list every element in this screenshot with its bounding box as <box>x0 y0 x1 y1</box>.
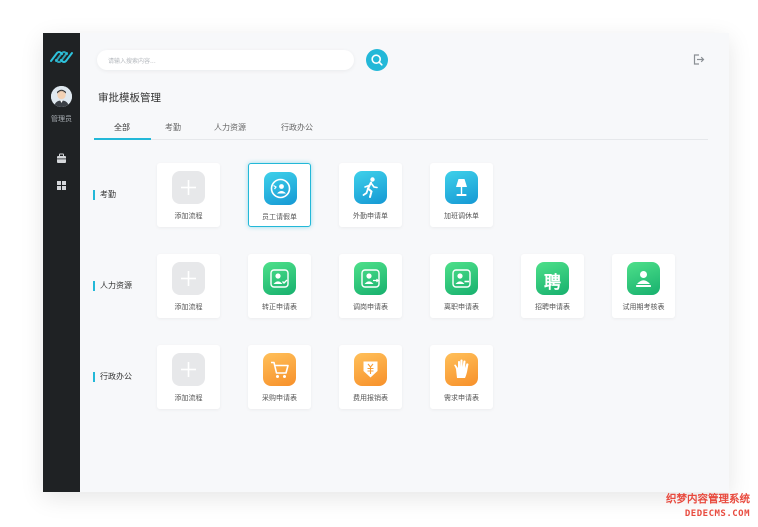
demand-request-card[interactable]: 需求申请表 <box>430 345 493 409</box>
probation-review-card[interactable]: 试用期考核表 <box>612 254 675 318</box>
person-leave-icon <box>452 269 471 288</box>
card-label: 采购申请表 <box>262 394 297 402</box>
card-label: 离职申请表 <box>444 303 479 311</box>
walking-person-icon <box>362 177 378 198</box>
person-clock-icon <box>270 178 291 199</box>
hand-icon <box>454 359 469 378</box>
person-badge-icon <box>636 271 651 287</box>
hire-character-icon: 聘 <box>544 273 561 293</box>
overtime-card[interactable]: 加班调休单 <box>430 163 493 227</box>
tab-attendance[interactable]: 考勤 <box>165 122 181 133</box>
regularization-card[interactable]: 转正申请表 <box>248 254 311 318</box>
field-work-card[interactable]: 外勤申请单 <box>339 163 402 227</box>
card-label: 转正申请表 <box>262 303 297 311</box>
money-down-icon <box>363 361 378 378</box>
card-label: 员工请假单 <box>262 213 297 221</box>
user-role-label: 管理员 <box>51 115 72 123</box>
tab-admin[interactable]: 行政办公 <box>281 122 313 133</box>
person-check-icon <box>270 269 289 288</box>
tab-hr[interactable]: 人力资源 <box>214 122 246 133</box>
resignation-card[interactable]: 离职申请表 <box>430 254 493 318</box>
lamp-icon <box>456 179 467 196</box>
section-label-attendance: 考勤 <box>93 190 116 200</box>
watermark-title: 织梦内容管理系统 <box>666 493 750 505</box>
card-label: 添加流程 <box>174 394 203 402</box>
transfer-card[interactable]: 调岗申请表 <box>339 254 402 318</box>
search-icon <box>371 54 383 66</box>
page-title: 审批模板管理 <box>98 92 161 104</box>
add-process-card-attendance[interactable]: 添加流程 <box>157 163 220 227</box>
card-label: 调岗申请表 <box>353 303 388 311</box>
search-input[interactable]: 请输入搜索内容... <box>97 50 354 70</box>
active-tab-indicator <box>94 138 151 140</box>
link-logo-icon[interactable] <box>49 50 74 64</box>
card-label: 招聘申请表 <box>535 303 570 311</box>
briefcase-icon[interactable] <box>56 153 67 164</box>
section-label-hr: 人力资源 <box>93 281 132 291</box>
watermark-url: DEDECMS.COM <box>684 509 750 519</box>
user-avatar-icon <box>51 86 72 107</box>
add-process-card-hr[interactable]: 添加流程 <box>157 254 220 318</box>
plus-icon <box>181 271 196 286</box>
leave-request-card[interactable]: 员工请假单 <box>248 163 311 227</box>
card-label: 试用期考核表 <box>622 303 665 311</box>
card-label: 外勤申请单 <box>353 212 388 220</box>
tab-bar: 全部 考勤 人力资源 行政办公 <box>94 118 708 140</box>
plus-icon <box>181 180 196 195</box>
recruitment-card[interactable]: 聘 招聘申请表 <box>521 254 584 318</box>
section-label-admin: 行政办公 <box>93 372 132 382</box>
purchase-card[interactable]: 采购申请表 <box>248 345 311 409</box>
card-label: 添加流程 <box>174 303 203 311</box>
card-label: 添加流程 <box>174 212 203 220</box>
logout-icon[interactable] <box>692 53 705 66</box>
card-label: 费用报销表 <box>353 394 388 402</box>
search-button[interactable] <box>366 49 388 71</box>
add-process-card-admin[interactable]: 添加流程 <box>157 345 220 409</box>
cart-icon <box>271 361 289 378</box>
app-window: 管理员 请输入搜索内容... 审批模板管理 全部 考勤 人力资源 行政办公 考勤… <box>43 33 729 492</box>
avatar[interactable] <box>51 86 72 107</box>
grid-icon[interactable] <box>56 180 67 191</box>
plus-icon <box>181 362 196 377</box>
main-content: 请输入搜索内容... 审批模板管理 全部 考勤 人力资源 行政办公 考勤 添加流… <box>80 33 729 492</box>
sidebar: 管理员 <box>43 33 80 492</box>
tab-all[interactable]: 全部 <box>114 122 130 133</box>
person-swap-icon <box>361 269 380 288</box>
card-label: 需求申请表 <box>444 394 479 402</box>
card-label: 加班调休单 <box>444 212 479 220</box>
expense-card[interactable]: 费用报销表 <box>339 345 402 409</box>
